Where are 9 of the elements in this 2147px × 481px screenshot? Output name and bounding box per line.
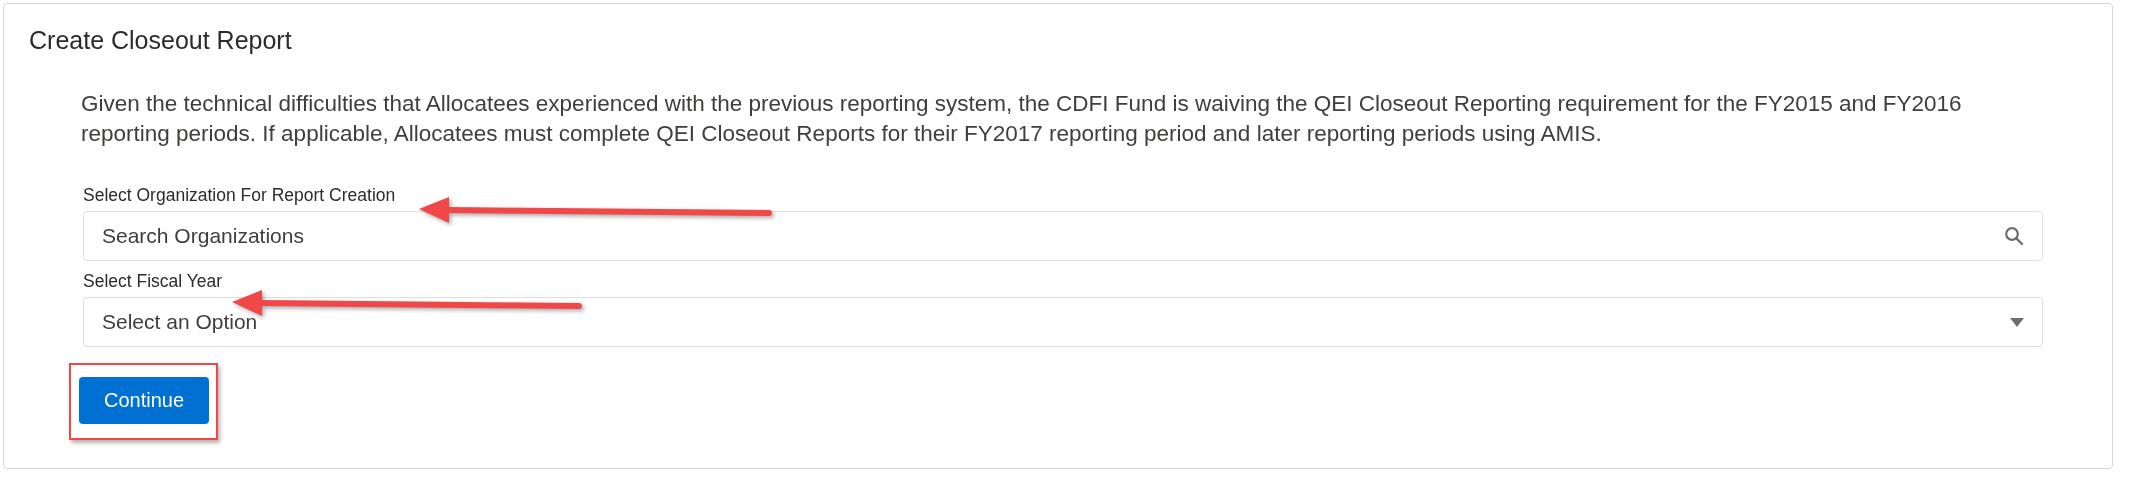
field-label: Select Organization For Report Creation <box>83 185 396 206</box>
field-label: Select Fiscal Year <box>83 271 223 292</box>
dropdown-caret-icon <box>2010 317 2024 327</box>
notice-text: Given the technical difficulties that Allocatees experienced with the previous reporting system, the CDFI Fund is waiving the QEI Closeout Reporting requirement for the FY2015 and FY2016 reporting periods. If applicable, Allocatees must complete QEI Closeout Reports for their FY2017 reporting period and later reporting periods using AMIS. <box>81 90 1963 148</box>
select-field[interactable]: Select an Option <box>83 297 2043 347</box>
search-field[interactable]: Search Organizations <box>83 211 2043 261</box>
search-icon <box>2004 226 2024 246</box>
continue-button[interactable]: Continue <box>79 377 209 424</box>
card-title: Create Closeout Report <box>29 26 293 55</box>
